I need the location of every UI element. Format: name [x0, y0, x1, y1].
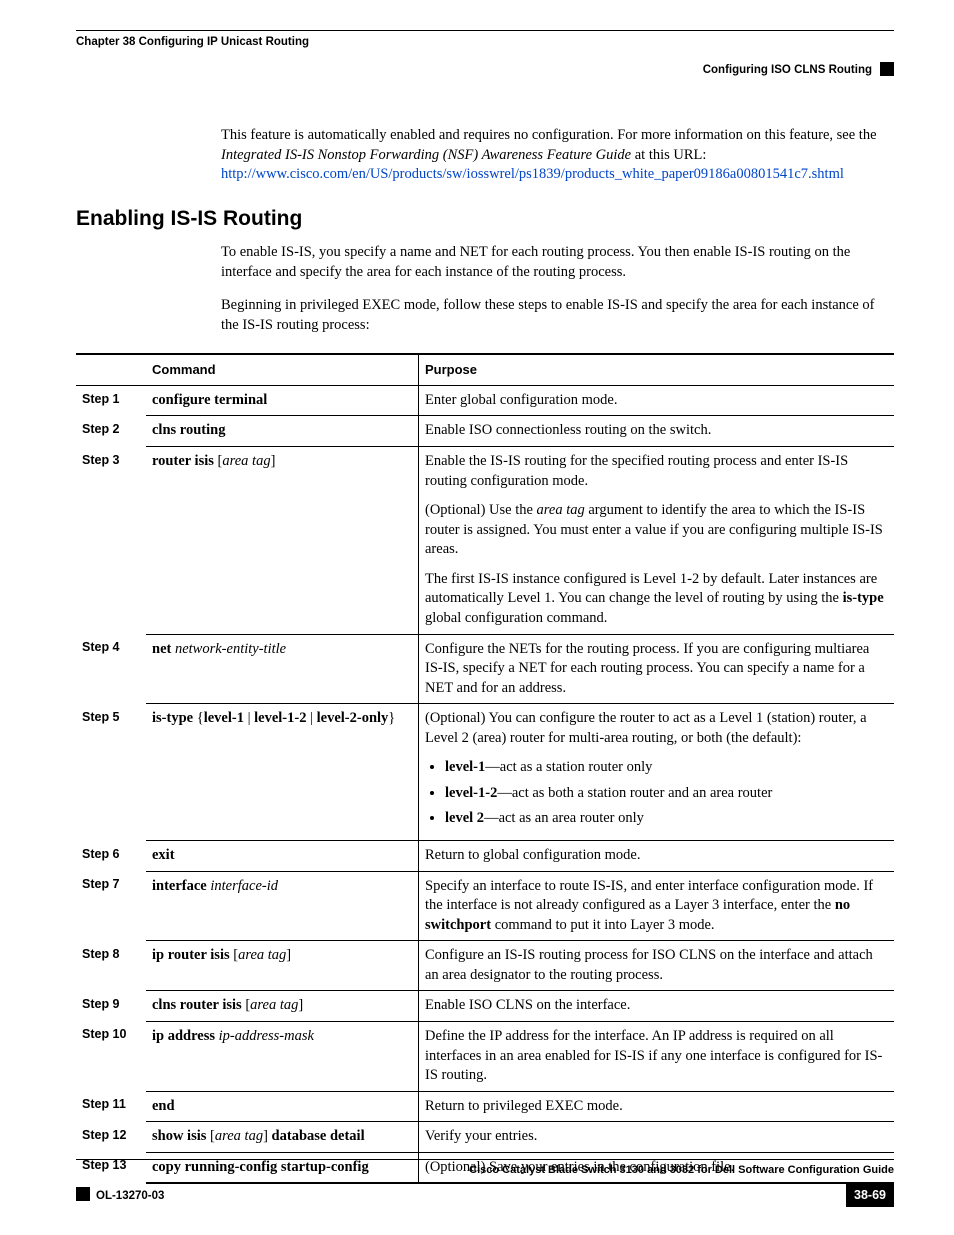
table-row: Step 11 end Return to privileged EXEC mo…: [76, 1091, 894, 1122]
col-command: Command: [146, 354, 419, 385]
section-label: Configuring ISO CLNS Routing: [76, 63, 894, 79]
table-row: Step 5 is-type {level-1 | level-1-2 | le…: [76, 704, 894, 841]
external-link[interactable]: http://www.cisco.com/en/US/products/sw/i…: [221, 166, 844, 182]
table-row: Step 6 exit Return to global configurati…: [76, 841, 894, 872]
intro-paragraph: This feature is automatically enabled an…: [221, 126, 894, 185]
paragraph: To enable IS-IS, you specify a name and …: [221, 243, 894, 282]
table-row: Step 4 net network-entity-title Configur…: [76, 634, 894, 704]
table-row: Step 1 configure terminal Enter global c…: [76, 385, 894, 416]
paragraph: Beginning in privileged EXEC mode, follo…: [221, 296, 894, 335]
book-title: Cisco Catalyst Blade Switch 3130 and 303…: [469, 1163, 894, 1178]
section-heading: Enabling IS-IS Routing: [76, 205, 894, 233]
table-row: Step 3 router isis [area tag] Enable the…: [76, 447, 894, 635]
col-purpose: Purpose: [419, 354, 895, 385]
table-row: Step 8 ip router isis [area tag] Configu…: [76, 941, 894, 991]
table-row: Step 10 ip address ip-address-mask Defin…: [76, 1021, 894, 1091]
table-row: Step 2 clns routing Enable ISO connectio…: [76, 416, 894, 447]
table-row: Step 7 interface interface-id Specify an…: [76, 871, 894, 941]
page-footer: Cisco Catalyst Blade Switch 3130 and 303…: [76, 1159, 894, 1207]
steps-table: Command Purpose Step 1 configure termina…: [76, 353, 894, 1184]
table-row: Step 9 clns router isis [area tag] Enabl…: [76, 991, 894, 1022]
doc-id: OL-13270-03: [96, 1190, 164, 1202]
chapter-label: Chapter 38 Configuring IP Unicast Routin…: [76, 35, 894, 51]
table-row: Step 12 show isis [area tag] database de…: [76, 1122, 894, 1153]
square-icon: [76, 1187, 90, 1201]
page-number: 38-69: [846, 1184, 894, 1207]
